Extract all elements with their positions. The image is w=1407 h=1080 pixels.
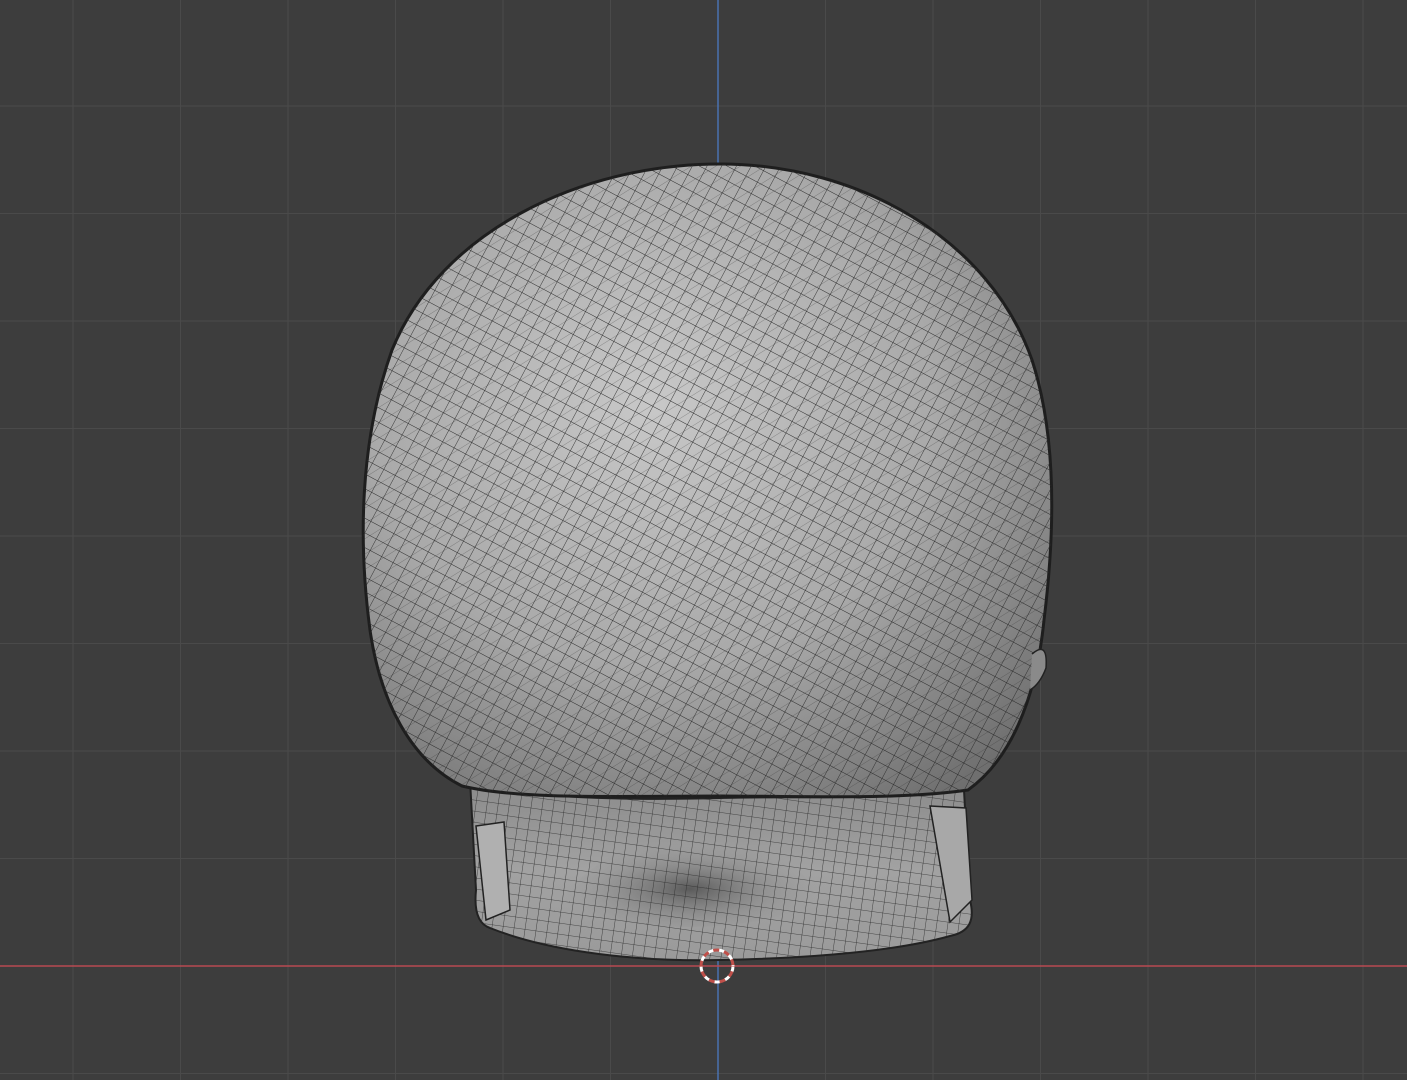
3d-viewport[interactable] bbox=[0, 0, 1407, 1080]
neck-mesh[interactable] bbox=[460, 778, 990, 980]
head-mesh[interactable] bbox=[350, 150, 1070, 980]
viewport-canvas[interactable] bbox=[0, 0, 1407, 1080]
ear-stub bbox=[1029, 648, 1047, 691]
skull-mesh[interactable] bbox=[350, 150, 1070, 810]
